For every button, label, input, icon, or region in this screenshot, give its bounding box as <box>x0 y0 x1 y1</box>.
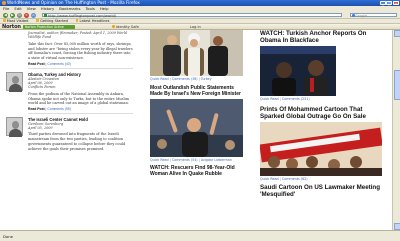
page-content: Journalist, author, filmmaker; Posted: A… <box>0 30 392 230</box>
quick-read-link[interactable]: Quick Read <box>150 158 169 162</box>
home-icon[interactable]: ⌂ <box>31 12 36 18</box>
entry-text: From the podium of the National Assembly… <box>28 91 130 106</box>
window-title: WorldNews and Opinion on The Huffington … <box>7 0 140 5</box>
navigation-toolbar: ◀ ▶ ↻ × ⌂ http://www.huffingtonpost.com/… <box>0 11 400 19</box>
scroll-up-icon[interactable] <box>393 30 400 37</box>
blog-column: Journalist, author, filmmaker; Posted: A… <box>6 30 133 152</box>
norton-login-button[interactable]: Log in <box>190 24 201 30</box>
maximize-button[interactable]: □ <box>386 0 393 6</box>
back-icon[interactable]: ◀ <box>3 12 8 18</box>
lieberman-photo[interactable] <box>150 98 243 157</box>
bookmark-getting-started[interactable]: Getting Started <box>36 19 68 23</box>
status-bar: Done <box>0 230 400 241</box>
forward-icon[interactable]: ▶ <box>10 12 15 18</box>
entry-text: Third parties drowned into fragments of … <box>28 132 126 151</box>
read-post-link[interactable]: Read Post <box>28 62 45 66</box>
scroll-thumb[interactable] <box>393 70 400 100</box>
scroll-down-icon[interactable] <box>393 223 400 230</box>
blackface-anchor-image <box>260 46 336 96</box>
blog-entry: Obama, Turkey and History Alastair Crows… <box>6 71 133 111</box>
story-headline[interactable]: Most Outlandish Public Statements Made B… <box>150 85 243 97</box>
minimize-button[interactable]: _ <box>379 0 386 6</box>
story-headline[interactable]: WATCH: Rescuers Find 98-Year-Old Woman A… <box>150 165 243 177</box>
stop-icon[interactable]: × <box>24 12 29 18</box>
favicon-icon <box>44 14 47 18</box>
turkey-visit-photo[interactable] <box>150 30 243 76</box>
divider <box>28 68 133 69</box>
lieberman-image <box>150 98 243 157</box>
tag-link[interactable]: Avigdor Lieberman <box>201 158 232 162</box>
entry-source: Conflicts Forum <box>28 85 56 90</box>
comments-link[interactable]: Comments (95) <box>47 107 70 111</box>
intro-read-post: Read Post | Comments (40) <box>28 62 133 66</box>
status-text: Done <box>3 234 13 239</box>
quick-read-link[interactable]: Quick Read <box>260 97 279 101</box>
comments-link[interactable]: Comments (38) <box>172 77 198 81</box>
story-meta: Quick Read | Comments (62) <box>260 177 388 182</box>
bookmark-most-visited[interactable]: Most Visited <box>3 19 29 23</box>
read-post-link[interactable]: Read Post <box>28 107 45 111</box>
story-meta: Quick Read | Comments (38) | Turkey <box>150 77 243 82</box>
search-input[interactable]: Google <box>350 12 397 18</box>
comments-link[interactable]: Comments (54) <box>172 158 198 162</box>
news-column-middle: Quick Read | Comments (38) | Turkey Most… <box>150 30 243 177</box>
comments-link[interactable]: Comments (62) <box>282 177 308 181</box>
firefox-icon <box>1 1 6 5</box>
story-headline[interactable]: Saudi Cartoon On US Lawmaker Meeting 'Me… <box>260 184 388 198</box>
url-bar[interactable]: http://www.huffingtonpost.com/world/ <box>42 12 342 18</box>
story-meta: Quick Read | Comments (251) <box>260 97 388 102</box>
story-headline[interactable]: Prints Of Mohammed Cartoon That Sparked … <box>260 106 388 120</box>
intro-text: Take this fact: Over 85,000 million wort… <box>28 41 133 61</box>
window-controls: _ □ × <box>379 0 399 6</box>
norton-toolbar: Norton Norton Protection Active Identity… <box>0 23 400 30</box>
search-placeholder: Google <box>355 13 367 18</box>
entry-read-post: Read Post | Comments (95) <box>28 107 133 111</box>
vertical-scrollbar[interactable] <box>392 30 400 230</box>
reload-icon[interactable]: ↻ <box>17 12 22 18</box>
bookmark-latest-headlines[interactable]: Latest Headlines <box>76 19 109 23</box>
quick-read-link[interactable]: Quick Read <box>260 177 279 181</box>
news-column-right: WATCH: Turkish Anchor Reports On Obama I… <box>260 30 388 198</box>
divider <box>28 113 133 114</box>
norton-logo: Norton <box>2 23 21 30</box>
blog-entry: The Israeli Center Cannot Hold Gershom G… <box>6 116 133 152</box>
cartoon-protest-photo[interactable] <box>260 121 382 176</box>
story-headline[interactable]: WATCH: Turkish Anchor Reports On Obama I… <box>260 30 388 44</box>
comments-link[interactable]: Comments (40) <box>47 62 70 66</box>
cartoon-protest-image <box>260 121 382 176</box>
story-meta: Quick Read | Comments (54) | Avigdor Lie… <box>150 158 243 163</box>
quick-read-link[interactable]: Quick Read <box>150 77 169 81</box>
turkey-visit-image <box>150 30 243 76</box>
entry-date: April 05, 2009 <box>28 126 53 131</box>
url-text: http://www.huffingtonpost.com/world/ <box>48 13 117 18</box>
author-photo[interactable] <box>6 71 23 92</box>
intro-byline: Journalist, author, filmmaker; Posted: A… <box>28 31 128 40</box>
comments-link[interactable]: Comments (251) <box>282 97 310 101</box>
norton-status-badge[interactable]: Norton Protection Active <box>23 24 75 29</box>
close-button[interactable]: × <box>393 0 399 6</box>
identity-safe-button[interactable]: Identity Safe <box>112 24 139 30</box>
author-photo[interactable] <box>6 116 23 137</box>
blackface-anchor-photo[interactable] <box>260 46 336 96</box>
tag-link[interactable]: Turkey <box>201 77 212 81</box>
